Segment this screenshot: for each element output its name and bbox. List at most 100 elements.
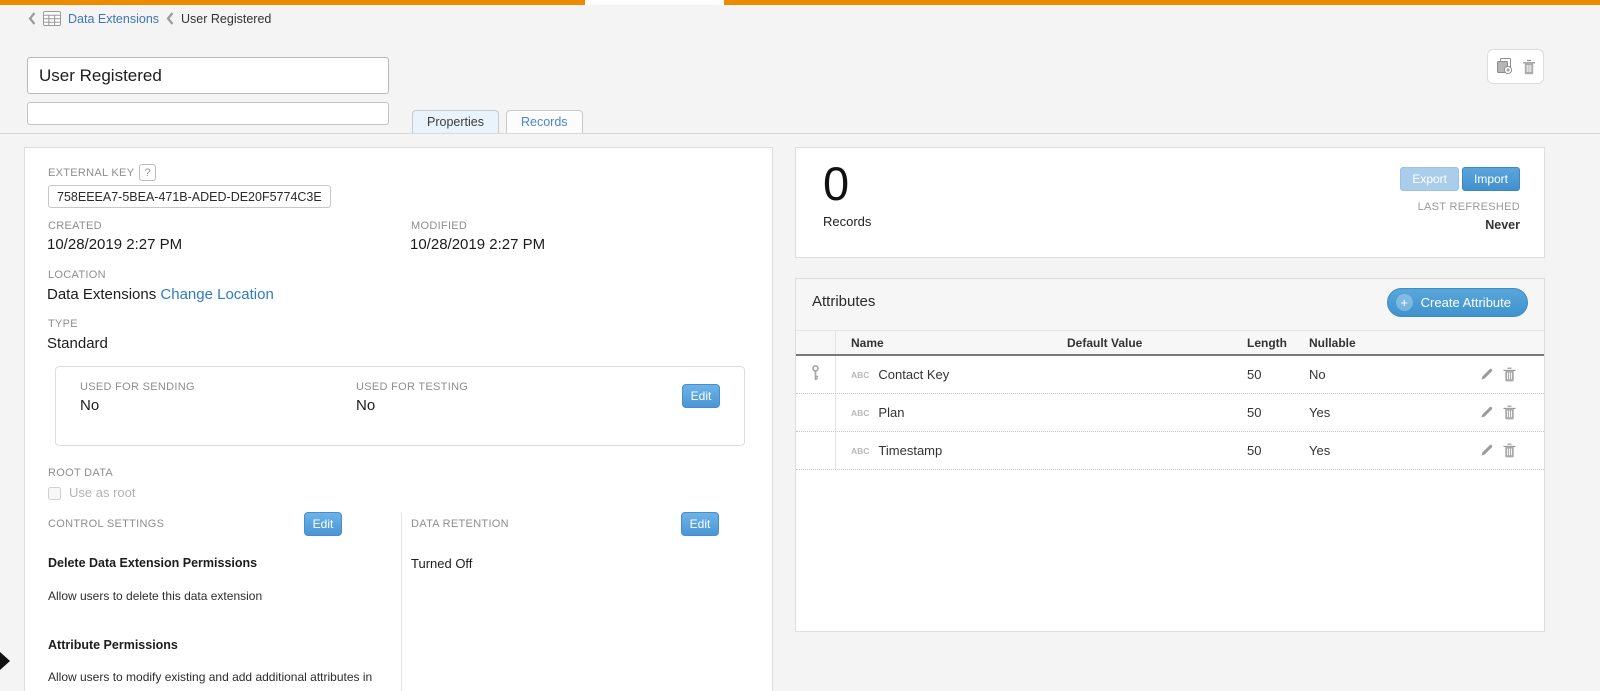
tab-properties[interactable]: Properties [412, 110, 499, 134]
delete-permissions-desc: Allow users to delete this data extensio… [48, 589, 262, 603]
attribute-length: 50 [1241, 443, 1301, 458]
used-for-testing-label: USED FOR TESTING [356, 381, 468, 393]
created-value: 10/28/2019 2:27 PM [47, 236, 182, 253]
column-header-nullable: Nullable [1301, 336, 1416, 350]
attributes-table-header: Name Default Value Length Nullable [796, 331, 1544, 356]
header-divider [0, 133, 1600, 134]
help-icon[interactable]: ? [139, 164, 156, 181]
plus-icon: + [1396, 294, 1413, 311]
column-header-name: Name [836, 336, 1061, 350]
attribute-name: Contact Key [878, 367, 949, 382]
attribute-nullable: Yes [1301, 443, 1416, 458]
delete-attribute-trash-icon[interactable] [1503, 443, 1516, 458]
attribute-name-cell: ABC Plan [836, 405, 1061, 420]
delete-attribute-trash-icon[interactable] [1503, 367, 1516, 382]
view-tabs: Properties Records [412, 110, 583, 134]
attribute-row: ABC Timestamp 50 Yes [796, 432, 1544, 470]
attribute-length: 50 [1241, 405, 1301, 420]
external-key-input[interactable] [48, 185, 331, 208]
control-settings-label: CONTROL SETTINGS [48, 518, 164, 530]
location-label: LOCATION [48, 269, 106, 281]
top-accent-bar-gap [585, 0, 724, 5]
attribute-actions [1416, 443, 1544, 458]
attribute-name: Plan [878, 405, 904, 420]
modified-label: MODIFIED [411, 220, 467, 232]
root-data-label: ROOT DATA [48, 467, 113, 479]
import-button[interactable]: Import [1462, 167, 1520, 191]
modified-value: 10/28/2019 2:27 PM [410, 236, 545, 253]
use-as-root-checkbox[interactable] [48, 487, 61, 500]
records-count: 0 [823, 156, 849, 211]
properties-panel: EXTERNAL KEY ? CREATED 10/28/2019 2:27 P… [24, 147, 773, 691]
attribute-row: ABC Contact Key 50 No [796, 356, 1544, 394]
text-type-icon: ABC [851, 446, 869, 456]
attribute-name-cell: ABC Timestamp [836, 443, 1061, 458]
attribute-name: Timestamp [878, 443, 942, 458]
external-key-label: EXTERNAL KEY [48, 167, 134, 179]
attribute-permissions-desc: Allow users to modify existing and add a… [48, 670, 372, 684]
edit-attribute-pencil-icon[interactable] [1480, 405, 1494, 420]
edit-attribute-pencil-icon[interactable] [1480, 443, 1494, 458]
attribute-nullable: Yes [1301, 405, 1416, 420]
extension-name-input[interactable] [27, 57, 389, 94]
type-label: TYPE [48, 318, 78, 330]
column-header-length: Length [1241, 336, 1301, 350]
attribute-name-cell: ABC Contact Key [836, 367, 1061, 382]
attribute-actions [1416, 405, 1544, 420]
primary-key-cell [796, 356, 836, 393]
attribute-permissions-title: Attribute Permissions [48, 638, 178, 652]
location-value: Data Extensions Change Location [47, 286, 274, 303]
used-for-testing-value: No [356, 397, 375, 414]
primary-key-column-header [796, 331, 836, 354]
text-type-icon: ABC [851, 408, 869, 418]
create-attribute-label: Create Attribute [1421, 295, 1511, 310]
primary-key-cell [796, 432, 836, 469]
records-count-label: Records [823, 214, 871, 229]
extension-actions-group [1487, 49, 1544, 84]
records-panel: 0 Records Export Import LAST REFRESHED N… [795, 147, 1545, 258]
delete-attribute-trash-icon[interactable] [1503, 405, 1516, 420]
use-as-root-label: Use as root [69, 485, 135, 500]
primary-key-cell [796, 394, 836, 431]
attributes-panel: Attributes + Create Attribute Name Defau… [795, 278, 1545, 632]
attribute-actions [1416, 367, 1544, 382]
breadcrumb: Data Extensions User Registered [28, 11, 271, 26]
settings-vertical-divider [401, 513, 402, 691]
data-retention-value: Turned Off [411, 556, 472, 571]
top-accent-bar [0, 0, 1600, 5]
expand-sidebar-arrow-icon[interactable] [0, 652, 10, 670]
location-folder: Data Extensions [47, 286, 156, 303]
usage-settings-box: USED FOR SENDING No USED FOR TESTING No … [55, 366, 745, 446]
data-extension-grid-icon [43, 11, 61, 26]
usage-edit-button[interactable]: Edit [682, 384, 720, 408]
column-header-default-value: Default Value [1061, 336, 1241, 350]
create-attribute-button[interactable]: + Create Attribute [1387, 288, 1528, 317]
attributes-title: Attributes [812, 293, 875, 310]
change-location-link[interactable]: Change Location [160, 286, 273, 303]
extension-description-input[interactable] [27, 102, 389, 125]
tab-records[interactable]: Records [506, 110, 583, 134]
created-label: CREATED [48, 220, 102, 232]
breadcrumb-root-link[interactable]: Data Extensions [68, 12, 159, 26]
used-for-sending-label: USED FOR SENDING [80, 381, 195, 393]
text-type-icon: ABC [851, 370, 869, 380]
last-refreshed-value: Never [1485, 218, 1520, 232]
delete-extension-trash-icon[interactable] [1522, 59, 1536, 75]
control-settings-edit-button[interactable]: Edit [304, 512, 342, 536]
attributes-panel-header: Attributes + Create Attribute [796, 279, 1544, 331]
used-for-sending-value: No [80, 397, 99, 414]
copy-icon[interactable] [1495, 58, 1513, 75]
edit-attribute-pencil-icon[interactable] [1480, 367, 1494, 382]
attribute-nullable: No [1301, 367, 1416, 382]
breadcrumb-chevron-icon [166, 12, 174, 25]
data-retention-label: DATA RETENTION [411, 518, 509, 530]
back-chevron-icon[interactable] [28, 12, 36, 25]
attribute-length: 50 [1241, 367, 1301, 382]
primary-key-icon [811, 365, 820, 385]
last-refreshed-label: LAST REFRESHED [1418, 201, 1520, 213]
attribute-row: ABC Plan 50 Yes [796, 394, 1544, 432]
delete-permissions-title: Delete Data Extension Permissions [48, 556, 257, 570]
data-retention-edit-button[interactable]: Edit [681, 512, 719, 536]
breadcrumb-current: User Registered [181, 12, 271, 26]
export-button[interactable]: Export [1400, 167, 1459, 191]
